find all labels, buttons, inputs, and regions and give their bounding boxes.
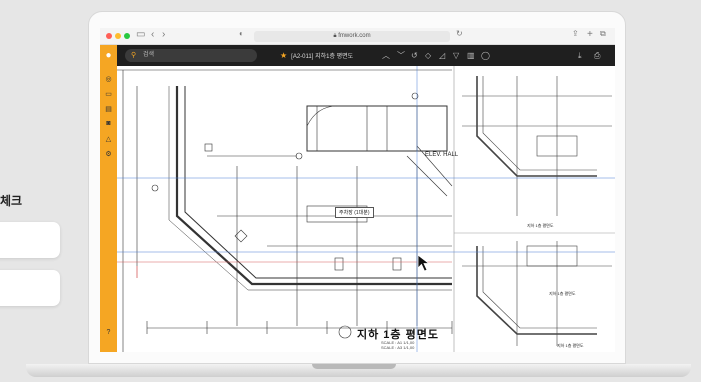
thumbnail-title: 지하 1층 평면도 — [549, 291, 576, 296]
minimize-window-icon[interactable] — [115, 33, 121, 39]
new-tab-icon[interactable]: + — [587, 29, 593, 40]
document-title[interactable]: ★ [A2-011] 지하1층 평면도 — [280, 45, 353, 68]
thumbnail-title: 지하 1층 평면도 — [527, 223, 554, 228]
side-card — [0, 222, 60, 258]
mouse-cursor-icon — [417, 254, 431, 272]
close-window-icon[interactable] — [106, 33, 112, 39]
undo-icon[interactable]: ↺ — [411, 45, 418, 66]
sheet-scale: SCALE : A1 1/1,00 SCALE : A3 1/1,00 — [381, 340, 414, 350]
download-icon[interactable]: ⤓ — [578, 45, 582, 66]
back-icon[interactable]: ‹ — [151, 29, 154, 40]
filter-icon[interactable]: ▽ — [453, 45, 459, 66]
url-text: fmwork.com — [338, 33, 371, 39]
share-icon[interactable]: ⇪ — [572, 29, 579, 38]
folder-icon[interactable]: ▭ — [100, 90, 117, 98]
sidebar-toggle-icon[interactable]: ▭ — [136, 29, 145, 40]
chevron-up-icon[interactable]: ︿ — [382, 45, 390, 66]
drawing-canvas[interactable]: ELEV. HALL 주차장 (1대분) 지하 1층 평면도 SCALE : A… — [117, 66, 615, 352]
url-bar[interactable]: 🔒︎ fmwork.com — [254, 31, 450, 42]
side-card — [0, 270, 60, 306]
shield-icon[interactable]: ◐ — [239, 29, 244, 38]
app-logo[interactable]: ● — [100, 45, 117, 66]
settings-icon[interactable]: ⚙ — [100, 150, 117, 158]
room-label: 주차장 (1대분) — [335, 207, 374, 218]
print-icon[interactable]: ⎙ — [594, 45, 600, 66]
grid-icon[interactable]: ▥ — [467, 45, 475, 66]
search-placeholder: 검색 — [143, 52, 155, 58]
search-icon: ⚲ — [131, 52, 137, 59]
document-title-text: [A2-011] 지하1층 평면도 — [291, 54, 354, 60]
layers-icon[interactable]: ◇ — [425, 45, 431, 66]
elevator-hall-label: ELEV. HALL — [425, 152, 459, 158]
target-icon[interactable]: ◎ — [100, 75, 117, 83]
laptop-notch — [312, 364, 396, 369]
chevron-down-icon[interactable]: ﹀ — [397, 45, 405, 66]
measure-icon[interactable]: ◿ — [439, 45, 445, 66]
tool-sidebar: ◎ ▭ ▤ ◙ △ ⚙ ? — [100, 66, 117, 352]
scale-line-2: SCALE : A3 1/1,00 — [381, 345, 415, 350]
document-icon[interactable]: ▤ — [100, 105, 117, 113]
side-check-label: 체크 — [0, 194, 23, 208]
help-icon[interactable]: ? — [100, 329, 117, 336]
browser-chrome: ▭ ‹ › ◐ 🔒︎ fmwork.com ↻ ⇪ + ⧉ — [100, 28, 615, 45]
triangle-icon[interactable]: △ — [100, 135, 117, 143]
camera-icon[interactable]: ◙ — [100, 120, 117, 127]
comment-icon[interactable]: ◯ — [481, 45, 490, 66]
app-toolbar: ● ⚲ 검색 ★ [A2-011] 지하1층 평면도 ︿ ﹀ ↺ ◇ ◿ ▽ ▥ … — [100, 45, 615, 66]
thumbnail-title: 지하 1층 평면도 — [557, 343, 584, 348]
laptop-screen: ▭ ‹ › ◐ 🔒︎ fmwork.com ↻ ⇪ + ⧉ ● ⚲ 검색 ★ [A… — [100, 28, 615, 352]
forward-icon[interactable]: › — [162, 29, 165, 40]
maximize-window-icon[interactable] — [124, 33, 130, 39]
tabs-overview-icon[interactable]: ⧉ — [600, 29, 606, 39]
reload-icon[interactable]: ↻ — [456, 29, 463, 38]
search-input[interactable]: ⚲ 검색 — [125, 49, 257, 62]
star-icon[interactable]: ★ — [280, 51, 287, 60]
